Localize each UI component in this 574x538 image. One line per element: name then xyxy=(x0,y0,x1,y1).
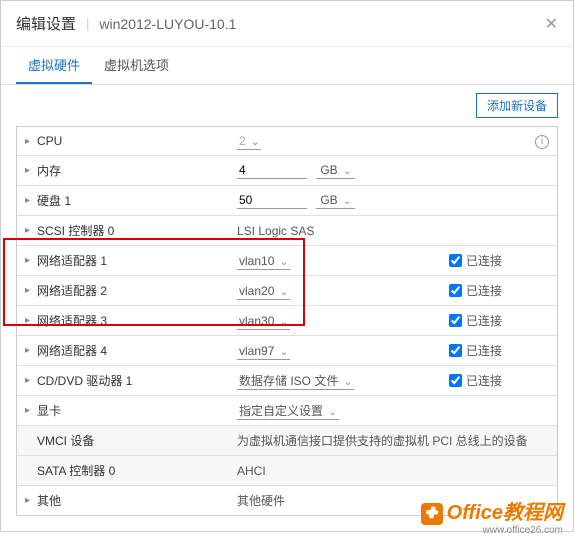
expand-icon[interactable]: ▸ xyxy=(25,405,37,416)
value-memory: GB ⌄ xyxy=(237,162,449,179)
row-video: ▸ 显卡 指定自定义设置 ⌄ xyxy=(17,396,557,426)
value-video: 指定自定义设置 ⌄ xyxy=(237,402,449,419)
label-cddvd: CD/DVD 驱动器 1 xyxy=(37,372,237,389)
value-cddvd: 数据存储 ISO 文件 ⌄ xyxy=(237,372,449,389)
value-other: 其他硬件 xyxy=(237,492,449,509)
dialog-subtitle: win2012-LUYOU-10.1 xyxy=(99,16,236,32)
label-net3: 网络适配器 3 xyxy=(37,312,237,329)
watermark-icon xyxy=(421,503,443,525)
label-vmci: VMCI 设备 xyxy=(37,432,237,449)
expand-icon[interactable]: ▸ xyxy=(25,195,37,206)
value-net4: vlan97 ⌄ xyxy=(237,344,449,358)
tab-virtual-hardware[interactable]: 虚拟硬件 xyxy=(16,47,92,84)
hardware-table-wrap: ▸ CPU 2 ⌄ i ▸ 内存 GB ⌄ ▸ 硬盘 1 xyxy=(1,126,573,531)
label-net1: 网络适配器 1 xyxy=(37,252,237,269)
edit-settings-dialog: 编辑设置 | win2012-LUYOU-10.1 ✕ 虚拟硬件 虚拟机选项 添… xyxy=(0,0,574,532)
tabs: 虚拟硬件 虚拟机选项 xyxy=(1,47,573,85)
row-memory: ▸ 内存 GB ⌄ xyxy=(17,156,557,186)
label-other: 其他 xyxy=(37,492,237,509)
title-divider: | xyxy=(86,16,89,31)
value-net3: vlan30 ⌄ xyxy=(237,314,449,328)
tab-vm-options[interactable]: 虚拟机选项 xyxy=(92,47,181,84)
cddvd-select[interactable]: 数据存储 ISO 文件 ⌄ xyxy=(237,373,354,390)
expand-icon[interactable]: ▸ xyxy=(25,495,37,506)
expand-icon[interactable]: ▸ xyxy=(25,165,37,176)
row-net3: ▸ 网络适配器 3 vlan30 ⌄ 已连接 xyxy=(17,306,557,336)
add-device-button[interactable]: 添加新设备 xyxy=(476,93,558,118)
label-disk1: 硬盘 1 xyxy=(37,192,237,209)
value-net1: vlan10 ⌄ xyxy=(237,254,449,268)
cddvd-connected: 已连接 xyxy=(449,372,529,389)
row-disk1: ▸ 硬盘 1 GB ⌄ xyxy=(17,186,557,216)
label-net2: 网络适配器 2 xyxy=(37,282,237,299)
label-sata: SATA 控制器 0 xyxy=(37,462,237,479)
net2-checkbox[interactable] xyxy=(449,284,462,297)
expand-icon[interactable]: ▸ xyxy=(25,285,37,296)
toolbar: 添加新设备 xyxy=(1,85,573,126)
net1-select[interactable]: vlan10 ⌄ xyxy=(237,253,290,270)
cddvd-checkbox[interactable] xyxy=(449,374,462,387)
net4-connected: 已连接 xyxy=(449,342,529,359)
expand-icon[interactable]: ▸ xyxy=(25,255,37,266)
net4-select[interactable]: vlan97 ⌄ xyxy=(237,343,290,360)
watermark: Office教程网 www.office26.com xyxy=(421,496,563,536)
row-scsi0: ▸ SCSI 控制器 0 LSI Logic SAS xyxy=(17,216,557,246)
memory-input[interactable] xyxy=(237,162,307,179)
value-scsi0: LSI Logic SAS xyxy=(237,224,449,238)
expand-icon[interactable]: ▸ xyxy=(25,315,37,326)
value-disk1: GB ⌄ xyxy=(237,192,449,209)
expand-icon[interactable]: ▸ xyxy=(25,375,37,386)
row-cddvd: ▸ CD/DVD 驱动器 1 数据存储 ISO 文件 ⌄ 已连接 xyxy=(17,366,557,396)
label-cpu: CPU xyxy=(37,134,237,148)
info-icon[interactable]: i xyxy=(535,135,549,149)
value-cpu: 2 ⌄ xyxy=(237,134,449,148)
memory-unit-select[interactable]: GB ⌄ xyxy=(316,162,355,179)
cpu-select[interactable]: 2 ⌄ xyxy=(237,133,261,150)
row-cpu: ▸ CPU 2 ⌄ i xyxy=(17,127,557,156)
hardware-table: ▸ CPU 2 ⌄ i ▸ 内存 GB ⌄ ▸ 硬盘 1 xyxy=(16,126,558,516)
net3-select[interactable]: vlan30 ⌄ xyxy=(237,313,290,330)
label-video: 显卡 xyxy=(37,402,237,419)
label-net4: 网络适配器 4 xyxy=(37,342,237,359)
net1-checkbox[interactable] xyxy=(449,254,462,267)
label-memory: 内存 xyxy=(37,162,237,179)
expand-icon[interactable]: ▸ xyxy=(25,345,37,356)
video-select[interactable]: 指定自定义设置 ⌄ xyxy=(237,403,339,420)
disk1-unit-select[interactable]: GB ⌄ xyxy=(316,192,355,209)
value-sata: AHCI xyxy=(237,464,449,478)
net4-checkbox[interactable] xyxy=(449,344,462,357)
net1-connected: 已连接 xyxy=(449,252,529,269)
expand-icon[interactable]: ▸ xyxy=(25,136,37,147)
dialog-title: 编辑设置 xyxy=(16,13,76,34)
expand-icon[interactable]: ▸ xyxy=(25,225,37,236)
close-icon[interactable]: ✕ xyxy=(545,14,558,34)
net3-connected: 已连接 xyxy=(449,312,529,329)
row-net1: ▸ 网络适配器 1 vlan10 ⌄ 已连接 xyxy=(17,246,557,276)
value-net2: vlan20 ⌄ xyxy=(237,284,449,298)
net3-checkbox[interactable] xyxy=(449,314,462,327)
disk1-input[interactable] xyxy=(237,192,307,209)
net2-connected: 已连接 xyxy=(449,282,529,299)
net2-select[interactable]: vlan20 ⌄ xyxy=(237,283,290,300)
label-scsi0: SCSI 控制器 0 xyxy=(37,222,237,239)
value-vmci: 为虚拟机通信接口提供支持的虚拟机 PCI 总线上的设备 xyxy=(237,432,549,449)
row-sata: SATA 控制器 0 AHCI xyxy=(17,456,557,486)
row-net2: ▸ 网络适配器 2 vlan20 ⌄ 已连接 xyxy=(17,276,557,306)
row-vmci: VMCI 设备 为虚拟机通信接口提供支持的虚拟机 PCI 总线上的设备 xyxy=(17,426,557,456)
row-net4: ▸ 网络适配器 4 vlan97 ⌄ 已连接 xyxy=(17,336,557,366)
title-bar: 编辑设置 | win2012-LUYOU-10.1 ✕ xyxy=(1,1,573,47)
